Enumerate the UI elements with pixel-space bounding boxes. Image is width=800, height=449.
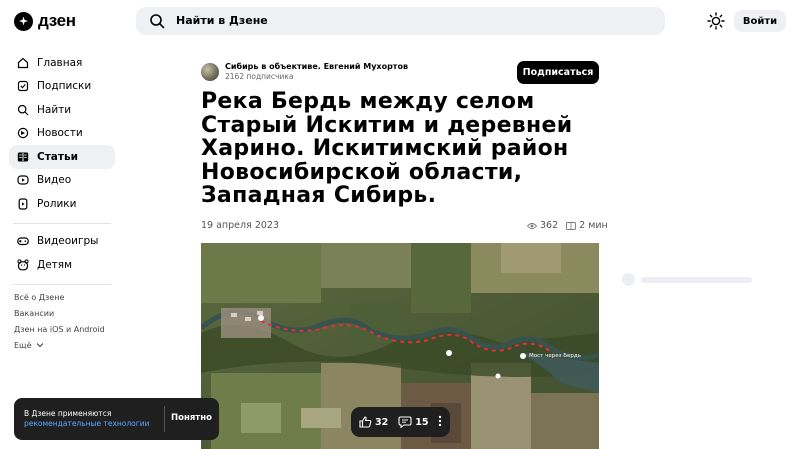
notice-message: В Дзене применяются (24, 409, 112, 418)
shorts-icon (18, 198, 28, 210)
like-button[interactable]: 32 (359, 416, 388, 428)
sidebar-item-video[interactable]: Видео (9, 169, 115, 193)
notice-ok-button[interactable]: Понятно (171, 413, 212, 423)
read-time: 2 мин (579, 220, 608, 231)
dzen-logo-icon (14, 11, 33, 31)
map-label-bridge: Мост через Бердь (529, 353, 581, 359)
sidebar-item-label: Статьи (37, 150, 78, 163)
sidebar-item-label: Новости (37, 127, 83, 140)
sidebar-divider (13, 283, 111, 285)
login-button[interactable]: Войти (734, 10, 786, 32)
footer-link-more[interactable]: Ещё (14, 340, 105, 356)
sidebar-item-shorts[interactable]: Ролики (9, 192, 115, 216)
logo-text: дзен (38, 11, 76, 30)
channel-avatar[interactable] (201, 62, 219, 81)
article-title: Река Бердь между селом Старый Искитим и … (201, 89, 573, 208)
sidebar-item-news[interactable]: Новости (9, 122, 115, 146)
channel-info[interactable]: Сибирь в объективе. Евгений Мухортов 216… (201, 62, 408, 81)
channel-name[interactable]: Сибирь в объективе. Евгений Мухортов (225, 62, 408, 71)
chevron-down-icon (36, 343, 44, 348)
search-icon (17, 104, 29, 116)
sidebar-item-search[interactable]: Найти (9, 98, 115, 122)
subscribe-button[interactable]: Подписаться (517, 61, 599, 84)
articles-icon (17, 152, 29, 162)
channel-subscribers: 2162 подписчика (225, 72, 294, 81)
sidebar-item-subscriptions[interactable]: Подписки (9, 75, 115, 99)
sidebar-item-articles[interactable]: Статьи (9, 145, 115, 169)
article-stats: 362 2 мин (527, 220, 608, 231)
footer-link-about[interactable]: Всё о Дзене (14, 292, 105, 308)
comments-count: 15 (415, 416, 429, 428)
likes-count: 32 (375, 416, 389, 428)
placeholder-line (641, 277, 752, 283)
sidebar-item-kids[interactable]: Детям (9, 253, 115, 277)
kebab-menu-icon (439, 415, 442, 426)
dzen-logo[interactable]: дзен (14, 11, 76, 31)
search-input[interactable]: Найти в Дзене (176, 14, 268, 27)
news-icon (17, 128, 29, 139)
more-options-button[interactable] (438, 415, 442, 430)
comment-icon (398, 416, 412, 428)
recommendation-notice: В Дзене применяются рекомендательные тех… (14, 398, 219, 440)
article-date: 19 апреля 2023 (201, 220, 279, 231)
home-icon (17, 57, 29, 68)
gamepad-icon (17, 237, 29, 246)
notice-text: В Дзене применяются рекомендательные тех… (24, 409, 149, 429)
thumbs-up-icon (359, 416, 372, 428)
comments-button[interactable]: 15 (398, 416, 428, 428)
theme-toggle-sun-icon[interactable] (707, 12, 725, 30)
sidebar-item-videogames[interactable]: Видеоигры (9, 230, 115, 254)
sidebar-item-label: Главная (37, 56, 83, 69)
placeholder-avatar (622, 273, 635, 286)
sidebar-item-label: Подписки (37, 80, 92, 93)
recommendation-tech-link[interactable]: рекомендательные технологии (24, 419, 149, 429)
sidebar-item-label: Ролики (37, 197, 77, 210)
subscriptions-icon (17, 81, 29, 92)
footer-link-more-label: Ещё (14, 341, 32, 350)
sidebar: Главная Подписки Найти Новости Статьи Ви… (9, 51, 115, 291)
reaction-bar: 32 15 (351, 407, 450, 437)
sidebar-item-label: Видео (37, 174, 72, 187)
sidebar-item-label: Детям (37, 258, 73, 271)
video-icon (17, 175, 29, 185)
sidebar-item-label: Найти (37, 103, 72, 116)
sidebar-item-label: Видеоигры (37, 235, 99, 248)
views-count: 362 (540, 220, 559, 231)
footer-link-jobs[interactable]: Вакансии (14, 308, 105, 324)
footer-link-apps[interactable]: Дзен на iOS и Android (14, 324, 105, 340)
search-icon (150, 14, 165, 29)
eye-icon (527, 222, 537, 229)
read-time-icon (566, 221, 577, 230)
sidebar-footer-links: Всё о Дзене Вакансии Дзен на iOS и Andro… (14, 292, 105, 356)
sidebar-item-home[interactable]: Главная (9, 51, 115, 75)
kids-icon (17, 259, 29, 271)
top-header: дзен Найти в Дзене Войти (0, 0, 800, 42)
search-box[interactable]: Найти в Дзене (136, 7, 665, 35)
sidebar-divider (13, 222, 111, 224)
notice-divider (164, 406, 165, 432)
